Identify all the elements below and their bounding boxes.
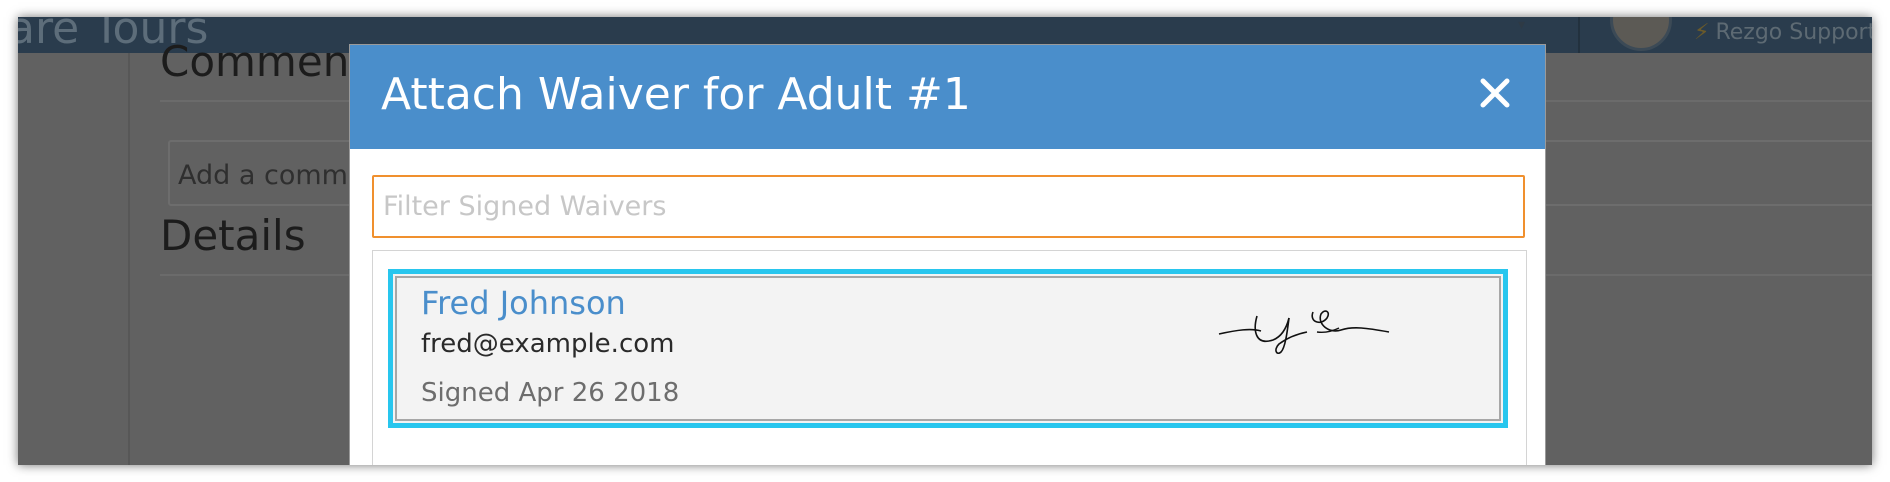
signer-email: fred@example.com [421, 329, 675, 359]
sidebar-border [128, 53, 130, 465]
bolt-icon: ⚡ [1694, 20, 1710, 45]
waiver-card: Fred Johnson fred@example.com Signed Apr… [395, 276, 1501, 421]
close-icon[interactable] [1475, 73, 1515, 113]
details-heading: Details [160, 211, 306, 260]
avatar[interactable] [1610, 17, 1672, 51]
signature-image [1218, 310, 1390, 354]
app-window: are Tours ▾ ⚡ Rezgo Support Comments Add … [18, 17, 1872, 465]
user-name: Rezgo Support [1715, 20, 1872, 45]
filter-waivers-input[interactable] [372, 175, 1525, 238]
attach-waiver-modal: Attach Waiver for Adult #1 Fred Johnson … [349, 44, 1546, 465]
user-menu[interactable]: ⚡ Rezgo Support [1694, 20, 1872, 45]
modal-title: Attach Waiver for Adult #1 [381, 69, 971, 120]
waiver-list-item[interactable]: Fred Johnson fred@example.com Signed Apr… [388, 269, 1508, 428]
signed-date: Signed Apr 26 2018 [421, 378, 680, 408]
chevron-down-icon: ▾ [1518, 17, 1526, 33]
navbar-divider [1578, 17, 1580, 53]
modal-header: Attach Waiver for Adult #1 [350, 45, 1545, 149]
signer-name[interactable]: Fred Johnson [421, 284, 626, 322]
